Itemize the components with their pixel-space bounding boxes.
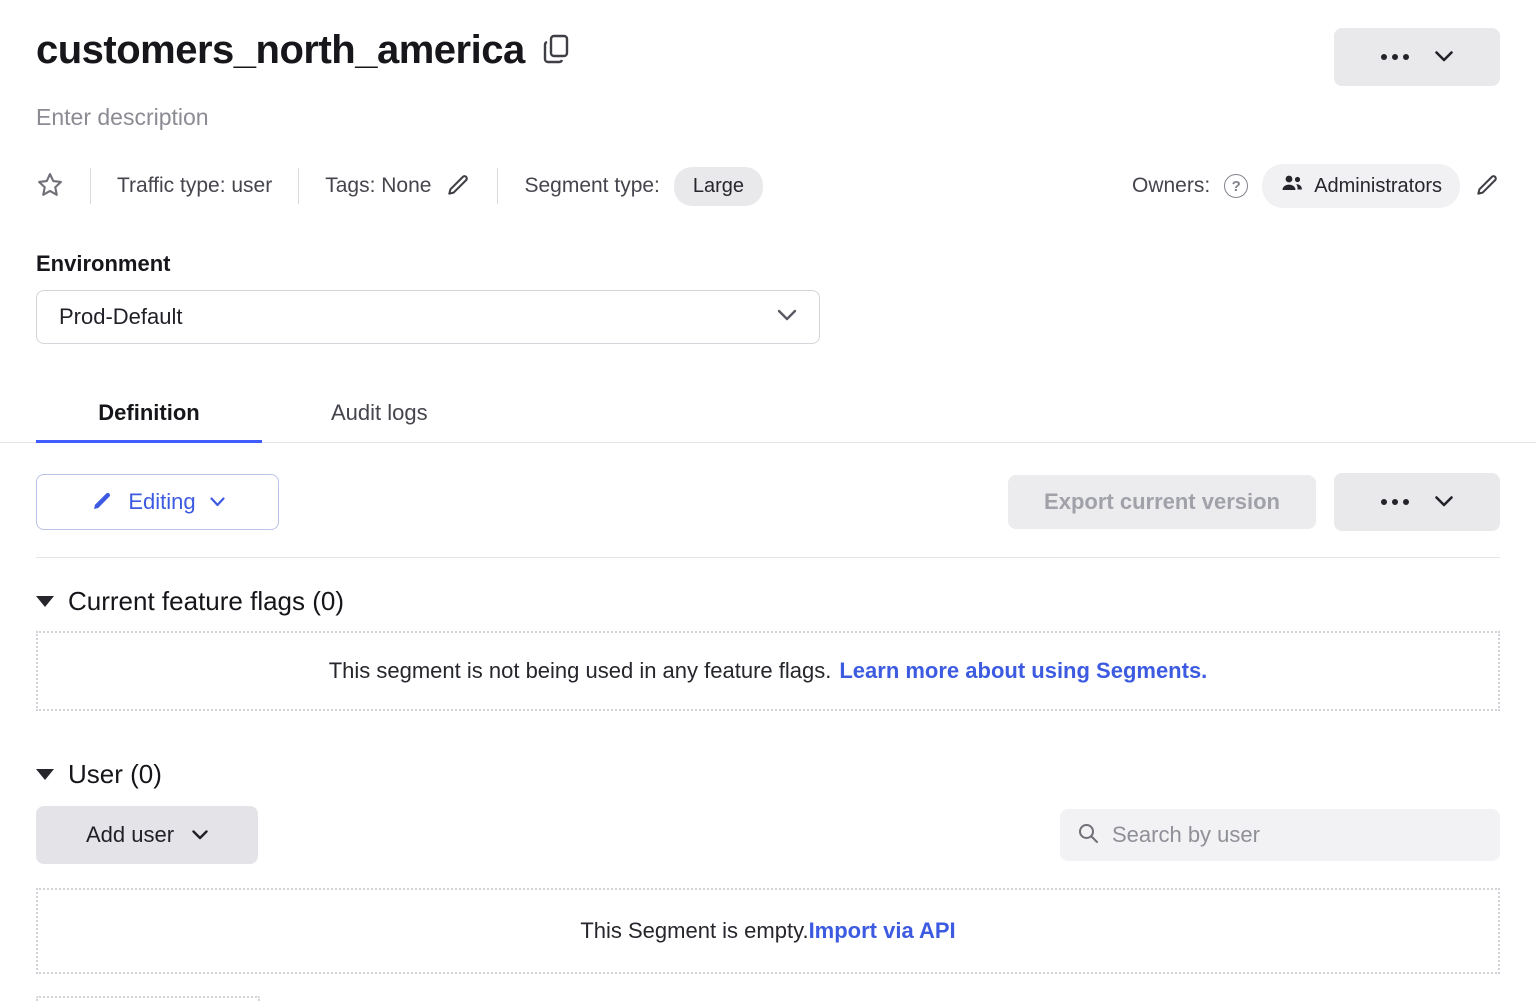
feature-flags-empty-state: This segment is not being used in any fe…: [36, 631, 1500, 711]
export-current-version-button[interactable]: Export current version: [1008, 475, 1316, 529]
user-empty-state: This Segment is empty. Import via API: [36, 888, 1500, 974]
collapse-caret-icon: [36, 596, 54, 607]
user-controls-row: Add user: [36, 806, 1500, 864]
chevron-down-icon: [210, 495, 225, 510]
divider: [497, 168, 498, 204]
user-heading: User (0): [68, 759, 162, 790]
tab-bar: Definition Audit logs: [0, 384, 1536, 443]
page-title: customers_north_america: [36, 28, 525, 73]
environment-selected-value: Prod-Default: [59, 304, 183, 330]
chevron-down-icon: [777, 308, 797, 326]
people-icon: [1280, 173, 1304, 199]
add-user-button[interactable]: Add user: [36, 806, 258, 864]
pencil-icon: [1474, 172, 1500, 201]
search-input[interactable]: [1112, 822, 1484, 848]
pencil-icon: [90, 489, 114, 516]
copy-icon: [543, 34, 569, 67]
chevron-down-icon: [1435, 50, 1453, 65]
toolbar-more-menu-button[interactable]: [1334, 473, 1500, 531]
description-placeholder[interactable]: Enter description: [0, 86, 1536, 131]
divider: [36, 557, 1500, 558]
tab-definition[interactable]: Definition: [36, 384, 262, 442]
page-header: customers_north_america: [0, 0, 1536, 86]
editing-label: Editing: [128, 489, 195, 515]
user-empty-text: This Segment is empty.: [580, 918, 808, 944]
ellipsis-icon: [1381, 499, 1409, 505]
tab-audit-logs[interactable]: Audit logs: [321, 384, 438, 442]
segment-type-badge: Large: [674, 167, 763, 206]
feature-flags-section-header[interactable]: Current feature flags (0): [36, 586, 1500, 617]
help-question-icon[interactable]: ?: [1224, 174, 1248, 198]
environment-label: Environment: [36, 251, 1500, 277]
pencil-icon: [445, 172, 471, 201]
editing-mode-button[interactable]: Editing: [36, 474, 279, 530]
edit-tags-button[interactable]: [445, 172, 471, 201]
divider: [90, 168, 91, 204]
traffic-type-label: Traffic type: user: [117, 174, 272, 198]
feature-flags-heading: Current feature flags (0): [68, 586, 344, 617]
chevron-down-icon: [1435, 495, 1453, 510]
chevron-down-icon: [192, 828, 208, 843]
search-icon: [1076, 821, 1100, 850]
import-via-api-link[interactable]: Import via API: [809, 918, 956, 944]
meta-row: Traffic type: user Tags: None Segment ty…: [36, 163, 1500, 209]
favorite-star-button[interactable]: [36, 171, 64, 202]
owners-pill[interactable]: Administrators: [1262, 164, 1460, 208]
segment-detail-page: customers_north_america Enter descriptio…: [0, 0, 1536, 1002]
user-search-field[interactable]: [1060, 809, 1500, 861]
definition-toolbar: Editing Export current version: [36, 473, 1500, 531]
tags-label: Tags: None: [325, 174, 431, 198]
owners-value: Administrators: [1314, 175, 1442, 198]
ellipsis-icon: [1381, 54, 1409, 60]
copy-name-button[interactable]: [543, 34, 569, 67]
feature-flags-empty-text: This segment is not being used in any fe…: [329, 658, 832, 684]
segment-type-label: Segment type:: [524, 174, 659, 198]
header-more-menu-button[interactable]: [1334, 28, 1500, 86]
owners-label: Owners:: [1132, 174, 1210, 198]
environment-select[interactable]: Prod-Default: [36, 290, 820, 344]
divider: [298, 168, 299, 204]
partial-box: [36, 996, 260, 1002]
star-icon: [36, 171, 64, 202]
user-section-header[interactable]: User (0): [36, 759, 1500, 790]
edit-owners-button[interactable]: [1474, 172, 1500, 201]
learn-more-link[interactable]: Learn more about using Segments.: [839, 658, 1207, 684]
collapse-caret-icon: [36, 769, 54, 780]
